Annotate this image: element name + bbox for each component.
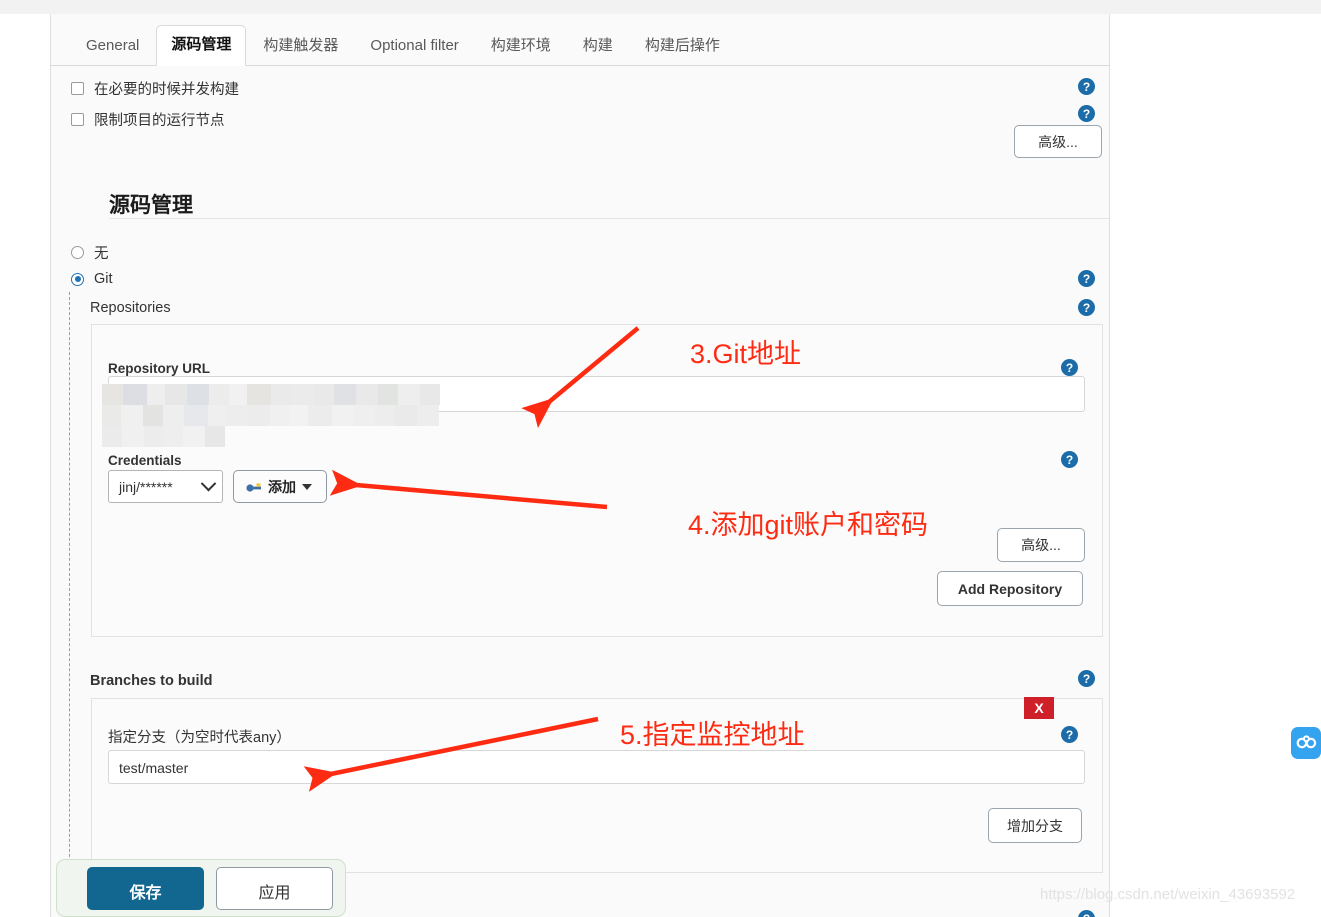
add-repository-button[interactable]: Add Repository [937, 571, 1083, 606]
help-icon-scm-browser[interactable]: ? [1078, 910, 1095, 917]
add-credentials-label: 添加 [268, 478, 296, 495]
git-section-guide-line [69, 292, 70, 887]
radio-none[interactable] [71, 246, 84, 259]
tab-source-code-management[interactable]: 源码管理 [156, 25, 247, 66]
annotation-add-credentials: 4.添加git账户和密码 [688, 510, 929, 540]
branch-block [91, 698, 1103, 873]
checkbox-label-restrict-node: 限制项目的运行节点 [94, 113, 225, 129]
repositories-label: Repositories [90, 300, 171, 316]
checkbox-row-restrict-node[interactable]: 限制项目的运行节点 [71, 109, 225, 130]
config-panel: General 源码管理 构建触发器 Optional filter 构建环境 … [50, 14, 1110, 917]
annotation-git-url: 3.Git地址 [690, 339, 802, 369]
tab-optional-filter[interactable]: Optional filter [355, 27, 473, 65]
credentials-label: Credentials [108, 453, 182, 468]
credentials-select[interactable]: jinj/****** [108, 470, 223, 503]
page-top-strip [0, 0, 1321, 14]
help-icon-restrict-node[interactable]: ? [1078, 105, 1095, 122]
cloud-logo-icon [1296, 735, 1316, 749]
remove-branch-button[interactable]: X [1024, 697, 1054, 719]
radio-label-none: 无 [94, 246, 109, 262]
radio-row-git[interactable]: Git [71, 271, 113, 287]
baidu-cloud-badge[interactable] [1291, 727, 1321, 759]
apply-button[interactable]: 应用 [216, 867, 333, 910]
config-tab-bar: General 源码管理 构建触发器 Optional filter 构建环境 … [51, 14, 1109, 66]
tab-build[interactable]: 构建 [568, 27, 628, 65]
tab-build-environment[interactable]: 构建环境 [476, 27, 566, 65]
help-icon-repositories[interactable]: ? [1078, 299, 1095, 316]
branch-specifier-input[interactable]: test/master [108, 750, 1085, 784]
tab-general[interactable]: General [71, 27, 154, 65]
caret-down-icon [302, 483, 312, 490]
advanced-button-repo[interactable]: 高级... [997, 528, 1085, 562]
help-icon-concurrent-build[interactable]: ? [1078, 78, 1095, 95]
jenkins-job-config-screen: General 源码管理 构建触发器 Optional filter 构建环境 … [0, 0, 1321, 917]
right-gutter [1111, 14, 1321, 917]
left-gutter [0, 14, 50, 917]
chevron-down-icon [200, 475, 217, 492]
radio-label-git: Git [94, 271, 113, 287]
key-icon [246, 482, 261, 492]
repository-url-redaction [102, 384, 447, 447]
checkbox-label-concurrent-build: 在必要的时候并发构建 [94, 82, 239, 98]
tab-build-triggers[interactable]: 构建触发器 [248, 27, 353, 65]
branches-to-build-label: Branches to build [90, 673, 213, 689]
credentials-select-value: jinj/****** [119, 478, 173, 495]
branch-specifier-label: 指定分支（为空时代表any） [108, 730, 291, 746]
save-button[interactable]: 保存 [87, 867, 204, 910]
checkbox-restrict-node[interactable] [71, 113, 84, 126]
section-divider-scm [109, 218, 1109, 219]
csdn-watermark: https://blog.csdn.net/weixin_43693592 [1040, 886, 1296, 903]
help-icon-branch-specifier[interactable]: ? [1061, 726, 1078, 743]
help-icon-credentials[interactable]: ? [1061, 451, 1078, 468]
help-icon-branches[interactable]: ? [1078, 670, 1095, 687]
repository-url-label: Repository URL [108, 361, 211, 376]
annotation-branch-specifier: 5.指定监控地址 [620, 720, 805, 750]
advanced-button-top[interactable]: 高级... [1014, 125, 1102, 158]
checkbox-concurrent-build[interactable] [71, 82, 84, 95]
add-credentials-button[interactable]: 添加 [233, 470, 327, 503]
floating-action-bar: 保存 应用 [56, 859, 346, 917]
checkbox-row-concurrent-build[interactable]: 在必要的时候并发构建 [71, 78, 239, 99]
radio-row-none[interactable]: 无 [71, 242, 109, 263]
section-title-scm: 源码管理 [109, 194, 193, 217]
help-icon-repository-url[interactable]: ? [1061, 359, 1078, 376]
add-branch-button[interactable]: 增加分支 [988, 808, 1082, 843]
radio-git[interactable] [71, 272, 84, 286]
tab-post-build-actions[interactable]: 构建后操作 [630, 27, 735, 65]
help-icon-git[interactable]: ? [1078, 270, 1095, 287]
